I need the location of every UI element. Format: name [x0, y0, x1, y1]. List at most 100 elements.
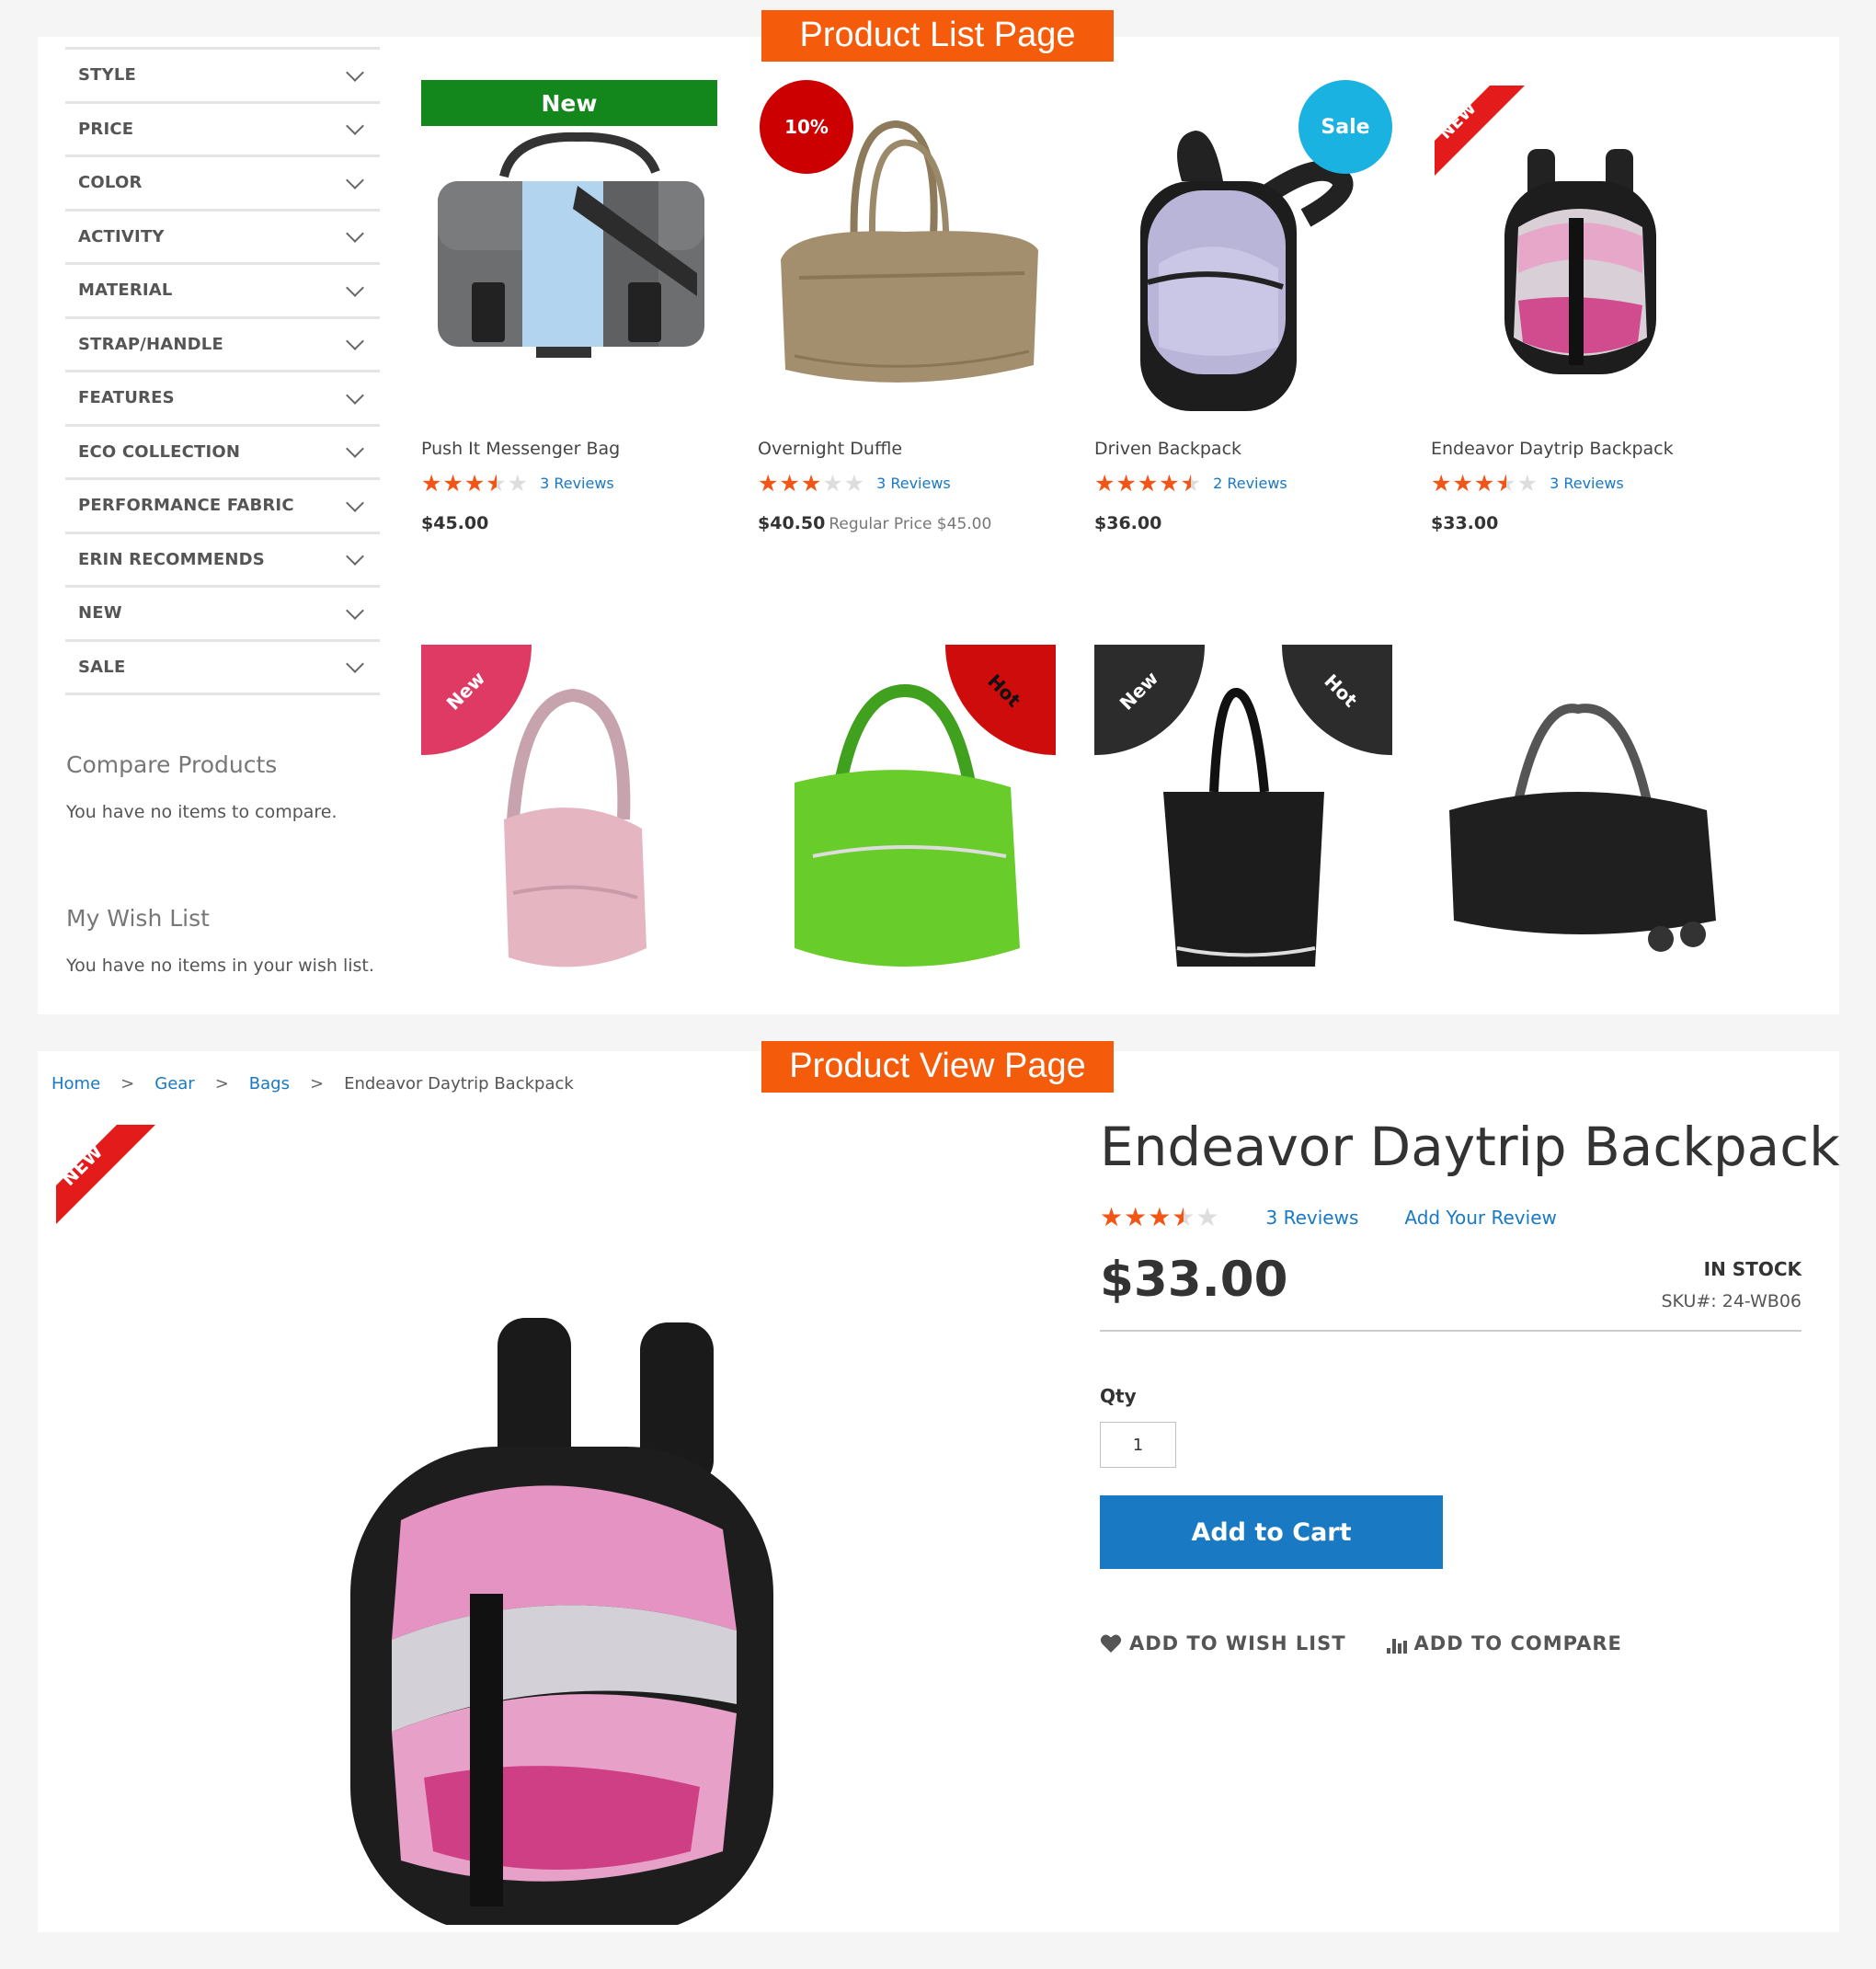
stars-filled: ★★★★★: [421, 472, 497, 495]
product-card[interactable]: New Hot: [1094, 645, 1392, 1003]
filter-label: PERFORMANCE FABRIC: [78, 496, 294, 516]
product-gallery-image[interactable]: NEW: [38, 1116, 1063, 1934]
chevron-down-icon: [346, 601, 364, 620]
product-name-link[interactable]: Overnight Duffle: [758, 439, 1056, 459]
reviews-link[interactable]: 3 Reviews: [540, 475, 614, 492]
product-image[interactable]: Sale: [1094, 80, 1392, 417]
compare-products-block: Compare Products You have no items to co…: [66, 751, 337, 822]
badge-label: Sale: [1321, 115, 1370, 139]
filter-eco-collection[interactable]: ECO COLLECTION: [65, 427, 380, 480]
badge-label: New: [441, 667, 490, 715]
add-to-wishlist-link[interactable]: ADD TO WISH LIST: [1100, 1632, 1346, 1654]
breadcrumb-separator: >: [214, 1074, 229, 1093]
filter-sale[interactable]: SALE: [65, 642, 380, 695]
qty-label: Qty: [1100, 1385, 1137, 1407]
product-card[interactable]: NEW Endeavor Daytrip Backpack ★★★★★★★★★★…: [1431, 80, 1729, 533]
product-price: $45.00: [421, 513, 719, 533]
product-card[interactable]: Hot: [758, 645, 1056, 1003]
qty-input[interactable]: [1100, 1422, 1176, 1468]
add-to-compare-link[interactable]: ADD TO COMPARE: [1386, 1632, 1622, 1654]
filter-label: ERIN RECOMMENDS: [78, 549, 265, 569]
badge-label: Hot: [1320, 670, 1362, 712]
stock-status: IN STOCK: [1703, 1258, 1802, 1280]
sale-badge: Sale: [1298, 80, 1392, 174]
product-image[interactable]: 10%: [758, 80, 1056, 417]
heart-icon: [1100, 1634, 1122, 1653]
filter-color[interactable]: COLOR: [65, 157, 380, 212]
product-name-link[interactable]: Endeavor Daytrip Backpack: [1431, 439, 1729, 459]
chevron-down-icon: [346, 440, 364, 459]
add-review-link[interactable]: Add Your Review: [1404, 1207, 1557, 1229]
divider: [1100, 1330, 1802, 1332]
filter-label: MATERIAL: [78, 280, 173, 301]
product-image[interactable]: New Hot: [1094, 645, 1392, 1003]
filter-label: SALE: [78, 657, 126, 677]
product-image[interactable]: New: [421, 645, 719, 1003]
product-price: $33.00: [1100, 1252, 1288, 1308]
product-image[interactable]: [1431, 645, 1729, 1003]
filter-erin-recommends[interactable]: ERIN RECOMMENDS: [65, 534, 380, 588]
reviews-link[interactable]: 3 Reviews: [1266, 1207, 1359, 1229]
filter-label: PRICE: [78, 119, 134, 139]
filter-activity[interactable]: ACTIVITY: [65, 212, 380, 265]
chevron-down-icon: [346, 170, 364, 189]
backpack-large-image: [350, 1318, 773, 1934]
stars-filled: ★★★★★: [758, 472, 823, 495]
filter-label: ACTIVITY: [78, 226, 165, 246]
product-name-link[interactable]: Push It Messenger Bag: [421, 439, 719, 459]
compare-chart-icon: [1386, 1639, 1407, 1654]
rolling-duffle-image: [1449, 704, 1716, 952]
badge-label: 10%: [784, 116, 829, 138]
stars-filled: ★★★★★: [1431, 472, 1506, 495]
breadcrumb-gear[interactable]: Gear: [154, 1074, 194, 1093]
product-card[interactable]: New Push It Messenger Bag ★★★★★★★★★★ 3 R…: [421, 80, 719, 533]
breadcrumb-separator: >: [309, 1074, 325, 1093]
product-image[interactable]: Hot: [758, 645, 1056, 1003]
filter-performance-fabric[interactable]: PERFORMANCE FABRIC: [65, 480, 380, 534]
chevron-down-icon: [346, 278, 364, 297]
reviews-link[interactable]: 3 Reviews: [1550, 475, 1624, 492]
filter-features[interactable]: FEATURES: [65, 372, 380, 427]
product-view-panel: Home > Gear > Bags > Endeavor Daytrip Ba…: [38, 1051, 1840, 1934]
compare-label: ADD TO COMPARE: [1413, 1632, 1622, 1654]
product-card[interactable]: Sale Driven Backpack ★★★★★★★★★★ 2 Review…: [1094, 80, 1392, 533]
messenger-bag-image: [438, 132, 704, 358]
product-image[interactable]: NEW: [1431, 80, 1729, 417]
compare-empty-text: You have no items to compare.: [66, 802, 337, 822]
filter-style[interactable]: STYLE: [65, 50, 380, 104]
chevron-down-icon: [346, 117, 364, 136]
badge-label: New: [1115, 667, 1163, 715]
chevron-down-icon: [346, 63, 364, 82]
price-value: $45.00: [421, 513, 489, 533]
breadcrumb-home[interactable]: Home: [51, 1074, 100, 1093]
filter-label: FEATURES: [78, 388, 175, 408]
filter-price[interactable]: PRICE: [65, 104, 380, 157]
chevron-down-icon: [346, 493, 364, 512]
chevron-down-icon: [346, 655, 364, 674]
product-card[interactable]: New: [421, 645, 719, 1003]
rating-stars: ★★★★★★★★★★: [758, 472, 865, 495]
product-image[interactable]: New: [421, 80, 719, 417]
regular-price: Regular Price $45.00: [829, 515, 992, 533]
product-name-link[interactable]: Driven Backpack: [1094, 439, 1392, 459]
filter-label: COLOR: [78, 173, 143, 193]
layered-navigation: STYLE PRICE COLOR ACTIVITY MATERIAL STRA…: [65, 47, 380, 695]
price-value: $40.50: [758, 513, 826, 533]
reviews-link[interactable]: 3 Reviews: [876, 475, 951, 492]
badge-label: New: [541, 89, 598, 117]
section-tag-product-list: Product List Page: [761, 10, 1114, 62]
wishlist-label: ADD TO WISH LIST: [1129, 1632, 1346, 1654]
product-card[interactable]: 10% Overnight Duffle ★★★★★★★★★★ 3 Review…: [758, 80, 1056, 533]
filter-new[interactable]: NEW: [65, 588, 380, 642]
chevron-down-icon: [346, 224, 364, 244]
discount-badge: 10%: [760, 80, 853, 174]
product-card[interactable]: [1431, 645, 1729, 1003]
breadcrumb-bags[interactable]: Bags: [249, 1074, 290, 1093]
filter-strap-handle[interactable]: STRAP/HANDLE: [65, 319, 380, 372]
add-to-cart-button[interactable]: Add to Cart: [1100, 1495, 1443, 1569]
wishlist-block: My Wish List You have no items in your w…: [66, 905, 374, 976]
filter-material[interactable]: MATERIAL: [65, 265, 380, 319]
reviews-link[interactable]: 2 Reviews: [1213, 475, 1287, 492]
product-list-panel: STYLE PRICE COLOR ACTIVITY MATERIAL STRA…: [38, 37, 1839, 1014]
stars-filled: ★★★★★: [1100, 1205, 1184, 1231]
